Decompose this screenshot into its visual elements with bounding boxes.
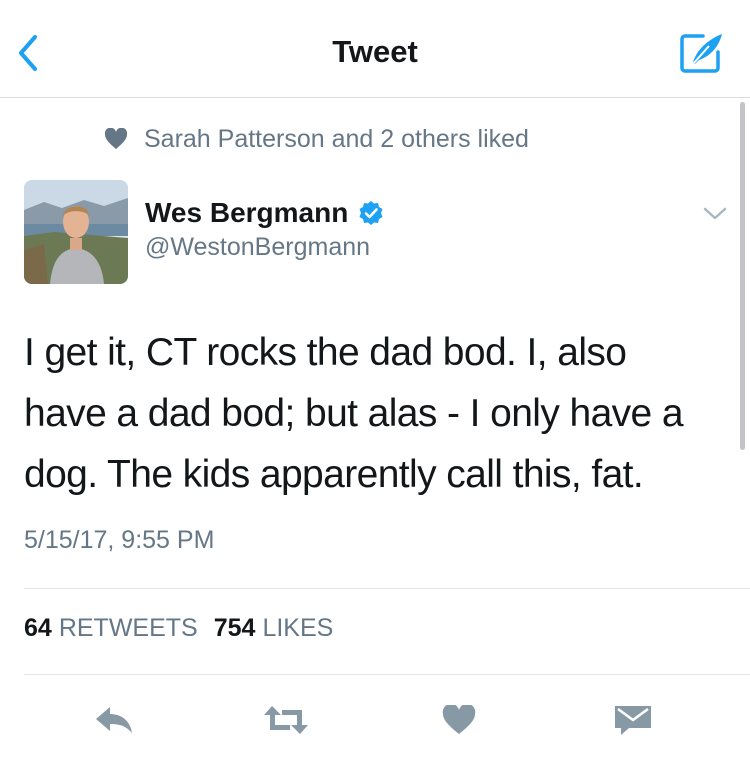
direct-message-icon	[615, 706, 651, 735]
tweet-stats: 64 RETWEETS 754 LIKES	[24, 614, 349, 643]
author-name[interactable]: Wes Bergmann	[145, 197, 348, 229]
avatar[interactable]	[24, 180, 128, 284]
social-context-text: Sarah Patterson and 2 others liked	[144, 124, 529, 153]
author-handle[interactable]: @WestonBergmann	[145, 233, 384, 262]
like-button[interactable]	[429, 692, 489, 748]
author-info: Wes Bergmann @WestonBergmann	[145, 195, 384, 262]
verified-badge-icon	[358, 200, 384, 226]
reply-button[interactable]	[84, 692, 144, 748]
likes-label: LIKES	[262, 614, 334, 642]
retweets-label: RETWEETS	[58, 614, 198, 642]
tweet-text-line: have a dad bod; but alas - I only have a	[24, 392, 684, 435]
direct-message-button[interactable]	[603, 692, 663, 748]
retweets-count: 64	[24, 614, 52, 642]
retweet-icon	[264, 706, 308, 734]
timestamp: 5/15/17, 9:55 PM	[24, 526, 215, 554]
more-options-button[interactable]	[700, 200, 730, 228]
reply-icon	[96, 707, 132, 733]
likes-stat[interactable]: 754 LIKES	[214, 614, 334, 643]
social-context[interactable]: Sarah Patterson and 2 others liked	[104, 122, 529, 156]
heart-icon	[104, 128, 128, 150]
page-title: Tweet	[332, 34, 418, 69]
scrollbar[interactable]	[740, 102, 745, 450]
navigation-bar: Tweet	[0, 0, 750, 98]
tweet-text: I get it, CT rocks the dad bod. I, also …	[24, 322, 724, 505]
like-heart-icon	[442, 705, 476, 734]
chevron-down-icon	[703, 207, 727, 220]
compose-button[interactable]	[674, 28, 730, 78]
divider	[24, 588, 750, 589]
likes-count: 754	[213, 614, 256, 642]
retweets-stat[interactable]: 64 RETWEETS	[24, 614, 198, 643]
author-name-row: Wes Bergmann	[145, 195, 384, 231]
retweet-button[interactable]	[256, 692, 316, 748]
tweet-text-line: dog. The kids apparently call this, fat.	[24, 453, 644, 496]
compose-icon	[680, 34, 722, 73]
tweet-text-line: I get it, CT rocks the dad bod. I, also	[24, 331, 627, 374]
divider	[24, 674, 750, 675]
